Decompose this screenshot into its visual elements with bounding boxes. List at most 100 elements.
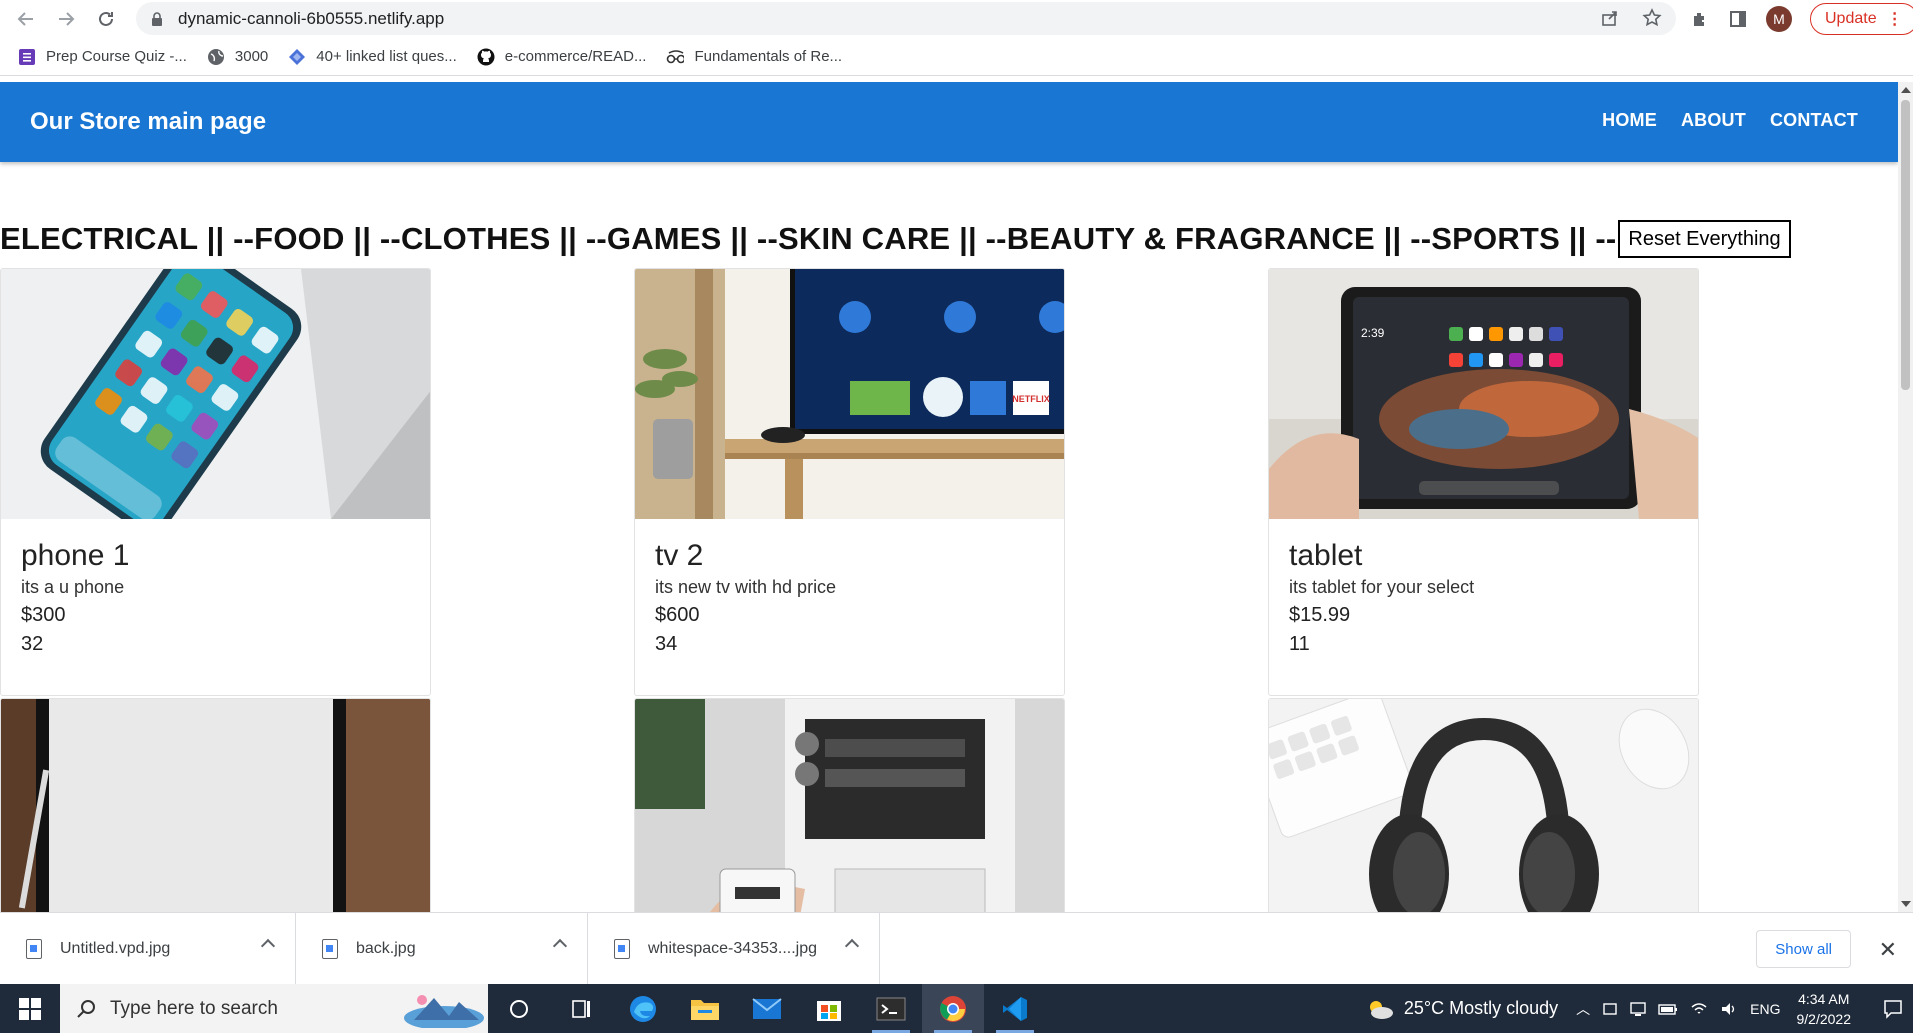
bookmark-item[interactable]: Prep Course Quiz -...: [18, 48, 187, 66]
bookmark-label: e-commerce/READ...: [504, 48, 647, 65]
display-icon[interactable]: [1630, 1001, 1646, 1017]
taskbar-terminal[interactable]: [860, 984, 922, 1033]
product-card[interactable]: NZXT: [634, 698, 1065, 912]
update-label: Update: [1825, 10, 1877, 27]
product-card[interactable]: [1268, 698, 1699, 912]
language-indicator[interactable]: ENG: [1750, 1001, 1780, 1017]
smartphone-image: [1, 269, 430, 519]
notification-center-button[interactable]: [1873, 999, 1913, 1019]
product-price: $600: [655, 604, 700, 626]
taskbar-vscode[interactable]: [984, 984, 1046, 1033]
clock-date: 9/2/2022: [1796, 1010, 1852, 1027]
pc-build-image: NZXT: [635, 699, 1064, 912]
scroll-down-arrow[interactable]: [1901, 901, 1911, 907]
image-file-icon: [322, 938, 338, 959]
product-quantity: 32: [21, 633, 44, 655]
product-image: 2:39: [1269, 269, 1698, 519]
product-card[interactable]: 2:39 tablet its tablet for your select $…: [1268, 268, 1699, 696]
bookmark-item[interactable]: Fundamentals of Re...: [666, 48, 842, 66]
image-file-icon: [614, 938, 630, 959]
taskbar-edge[interactable]: [612, 984, 674, 1033]
nav-about-link[interactable]: ABOUT: [1681, 110, 1746, 131]
bookmark-item[interactable]: e-commerce/READ...: [477, 48, 647, 66]
reload-button[interactable]: [88, 1, 124, 37]
star-icon[interactable]: [1642, 8, 1662, 28]
store-icon: [817, 1000, 841, 1021]
browser-toolbar: dynamic-cannoli-6b0555.netlify.app M Upd…: [0, 0, 1913, 38]
task-view-button[interactable]: [550, 984, 612, 1033]
glasses-icon: [666, 48, 685, 66]
download-item[interactable]: Untitled.vpd.jpg: [0, 912, 296, 985]
image-file-icon: [26, 938, 42, 959]
product-description: its a u phone: [21, 577, 125, 597]
share-icon[interactable]: [1600, 8, 1620, 28]
chevron-up-icon[interactable]: [552, 938, 568, 953]
product-quantity: 34: [655, 633, 678, 655]
taskbar-search[interactable]: Type here to search: [60, 984, 488, 1033]
chrome-icon: [940, 995, 966, 1022]
downloads-bar: Untitled.vpd.jpg back.jpg whitespace-343…: [0, 912, 1913, 985]
github-icon: [477, 48, 495, 66]
tray-icons: ︿ ENG: [1576, 999, 1780, 1019]
brand-title[interactable]: Our Store main page: [30, 108, 266, 136]
product-card[interactable]: [0, 698, 431, 912]
clock[interactable]: 4:34 AM 9/2/2022: [1797, 989, 1852, 1029]
forward-button[interactable]: [48, 1, 84, 37]
reload-icon: [99, 11, 113, 26]
folder-icon: [691, 999, 719, 1020]
download-filename: Untitled.vpd.jpg: [60, 939, 171, 957]
tablet-on-wood-image: [1, 699, 430, 912]
bookmark-label: Fundamentals of Re...: [694, 48, 843, 65]
vscode-icon: [1003, 996, 1027, 1021]
product-image: NETFLIX: [635, 269, 1064, 519]
close-icon[interactable]: ✕: [1879, 937, 1897, 963]
show-all-downloads-button[interactable]: Show all: [1756, 930, 1851, 968]
product-price: $15.99: [1289, 604, 1351, 626]
category-links[interactable]: ELECTRICAL || --FOOD || --CLOTHES || --G…: [0, 221, 1616, 257]
volume-icon[interactable]: [1720, 1001, 1738, 1017]
address-bar[interactable]: dynamic-cannoli-6b0555.netlify.app: [136, 2, 1676, 35]
battery-icon[interactable]: [1658, 1002, 1678, 1016]
taskbar-store[interactable]: [798, 984, 860, 1033]
download-filename: whitespace-34353....jpg: [648, 939, 817, 957]
scroll-up-arrow[interactable]: [1901, 87, 1911, 93]
app-header: Our Store main page HOME ABOUT CONTACT: [0, 82, 1898, 162]
cortana-button[interactable]: [488, 984, 550, 1033]
search-placeholder: Type here to search: [110, 997, 278, 1019]
product-card[interactable]: NETFLIX tv 2 its new tv with hd price $6…: [634, 268, 1065, 696]
side-panel-icon[interactable]: [1728, 9, 1748, 29]
weather-widget[interactable]: 25°C Mostly cloudy: [1366, 998, 1558, 1020]
start-button[interactable]: [0, 984, 60, 1033]
nav-home-link[interactable]: HOME: [1602, 110, 1657, 131]
chevron-up-icon[interactable]: [260, 938, 276, 953]
taskbar-chrome[interactable]: [922, 984, 984, 1033]
bookmark-item[interactable]: 40+ linked list ques...: [288, 48, 457, 66]
product-title: tablet: [1289, 539, 1363, 572]
download-item[interactable]: back.jpg: [296, 912, 588, 985]
page-scrollbar[interactable]: [1898, 82, 1913, 912]
cloudy-sun-icon: [1369, 1000, 1393, 1019]
reset-everything-button[interactable]: Reset Everything: [1618, 220, 1791, 258]
bookmark-item[interactable]: 3000: [207, 48, 268, 66]
product-card[interactable]: phone 1 its a u phone $300 32: [0, 268, 431, 696]
chevron-up-icon[interactable]: [844, 938, 860, 953]
profile-avatar[interactable]: M: [1766, 6, 1792, 32]
extensions-icon[interactable]: [1690, 9, 1710, 29]
meet-icon[interactable]: [1602, 1001, 1618, 1017]
download-filename: back.jpg: [356, 939, 416, 957]
nav-contact-link[interactable]: CONTACT: [1770, 110, 1858, 131]
download-item[interactable]: whitespace-34353....jpg: [588, 912, 880, 985]
scroll-thumb[interactable]: [1901, 100, 1910, 390]
headphones-image: [1269, 699, 1698, 912]
taskbar-file-explorer[interactable]: [674, 984, 736, 1033]
taskbar-mail[interactable]: [736, 984, 798, 1033]
windows-taskbar: Type here to search 25°C Mostly cloudy ︿: [0, 984, 1913, 1033]
url-text: dynamic-cannoli-6b0555.netlify.app: [178, 8, 445, 28]
wifi-icon[interactable]: [1690, 1001, 1708, 1017]
product-title: tv 2: [655, 539, 704, 572]
update-button[interactable]: Update ⋮: [1810, 3, 1913, 35]
product-description: its tablet for your select: [1289, 577, 1475, 597]
edge-icon: [630, 995, 656, 1022]
back-button[interactable]: [8, 1, 44, 37]
chevron-up-icon[interactable]: ︿: [1576, 999, 1590, 1019]
